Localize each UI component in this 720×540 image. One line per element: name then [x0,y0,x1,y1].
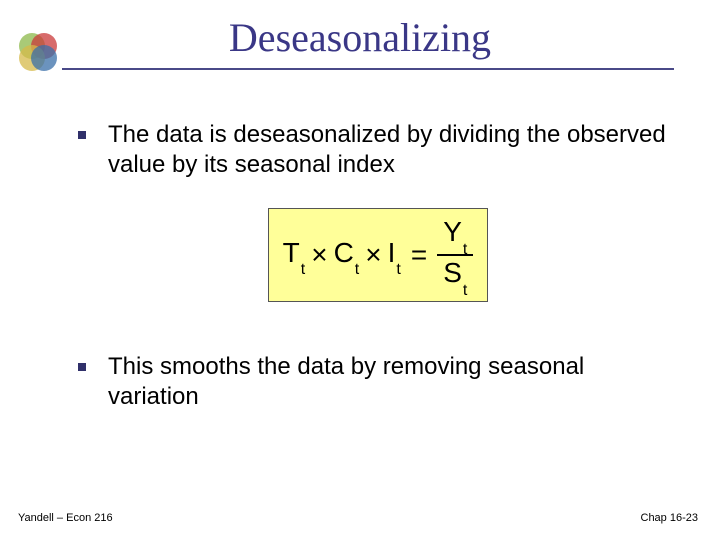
bullet-item: The data is deseasonalized by dividing t… [78,120,678,180]
formula-box: Tt × Ct × It = Yt St [268,208,489,302]
footer-left: Yandell – Econ 216 [18,512,113,524]
bullet-item: This smooths the data by removing season… [78,352,678,412]
fraction-bar [437,254,473,256]
footer-right: Chap 16-23 [641,512,699,524]
bullet-text: The data is deseasonalized by dividing t… [108,120,678,180]
slide-title: Deseasonalizing [0,14,720,61]
slide: Deseasonalizing The data is deseasonaliz… [0,0,720,540]
formula-container: Tt × Ct × It = Yt St [78,208,678,302]
fraction: Yt St [437,217,473,293]
term-C: Ct [334,237,360,274]
term-T: Tt [283,237,306,274]
times-icon: × [311,239,327,271]
times-icon: × [365,239,381,271]
bullet-square-icon [78,131,86,139]
slide-body: The data is deseasonalized by dividing t… [78,120,678,420]
fraction-numerator: Yt [437,217,473,252]
bullet-text: This smooths the data by removing season… [108,352,678,412]
equals-sign: = [411,239,427,271]
term-I: It [388,237,401,274]
fraction-denominator: St [437,258,473,293]
bullet-square-icon [78,363,86,371]
title-underline [62,68,674,70]
